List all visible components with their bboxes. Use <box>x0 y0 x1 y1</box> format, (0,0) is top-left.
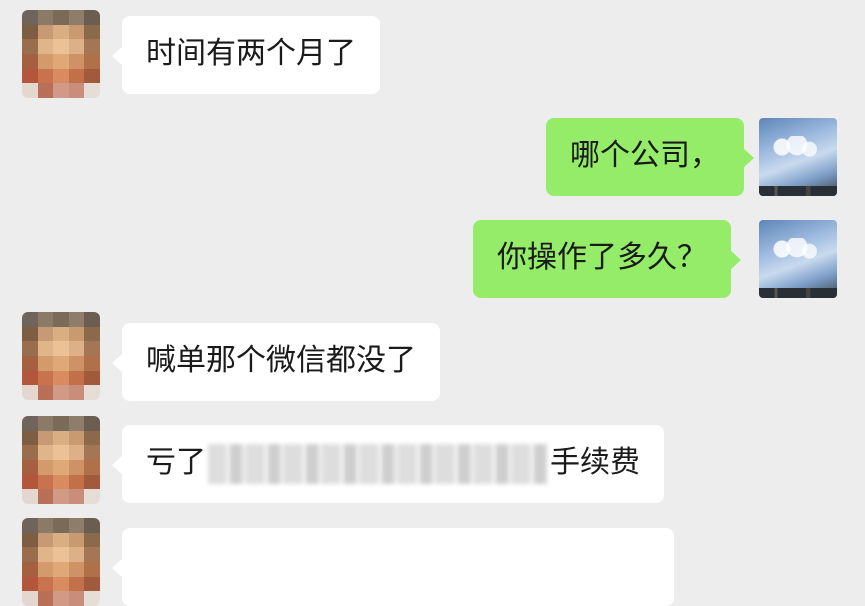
pixelated-avatar-image <box>22 518 100 606</box>
avatar[interactable] <box>22 518 100 606</box>
message-text: 喊单那个微信都没了 <box>146 343 416 378</box>
message-text: 哪个公司， <box>570 138 720 173</box>
pixelated-avatar-image <box>22 10 100 98</box>
message-text: 你操作了多久？ <box>497 240 707 275</box>
sky-photo <box>759 118 837 196</box>
message-bubble[interactable]: 哪个公司， <box>546 118 754 196</box>
avatar[interactable] <box>22 312 100 400</box>
message-text-after: 手续费 <box>550 445 640 480</box>
avatar[interactable] <box>22 10 100 98</box>
message-bubble[interactable]: 亏了 手续费 <box>112 425 664 503</box>
message-bubble[interactable]: 时间有两个月了 <box>112 16 380 94</box>
sky-photo <box>759 220 837 298</box>
message-bubble[interactable]: 你操作了多久？ <box>473 220 741 298</box>
message-bubble[interactable]: 喊单那个微信都没了 <box>112 323 440 401</box>
message-text: 时间有两个月了 <box>146 36 356 71</box>
avatar[interactable] <box>759 220 837 298</box>
redacted-text <box>208 443 548 484</box>
message-bubble[interactable] <box>112 528 674 606</box>
pixelated-avatar-image <box>22 416 100 504</box>
avatar[interactable] <box>759 118 837 196</box>
chat-area: 时间有两个月了 哪个公司， 你操作了多久？ 喊单那个微信都没了 亏了 手续费 <box>0 0 865 606</box>
message-text-before: 亏了 <box>146 445 206 480</box>
pixelated-avatar-image <box>22 312 100 400</box>
avatar[interactable] <box>22 416 100 504</box>
